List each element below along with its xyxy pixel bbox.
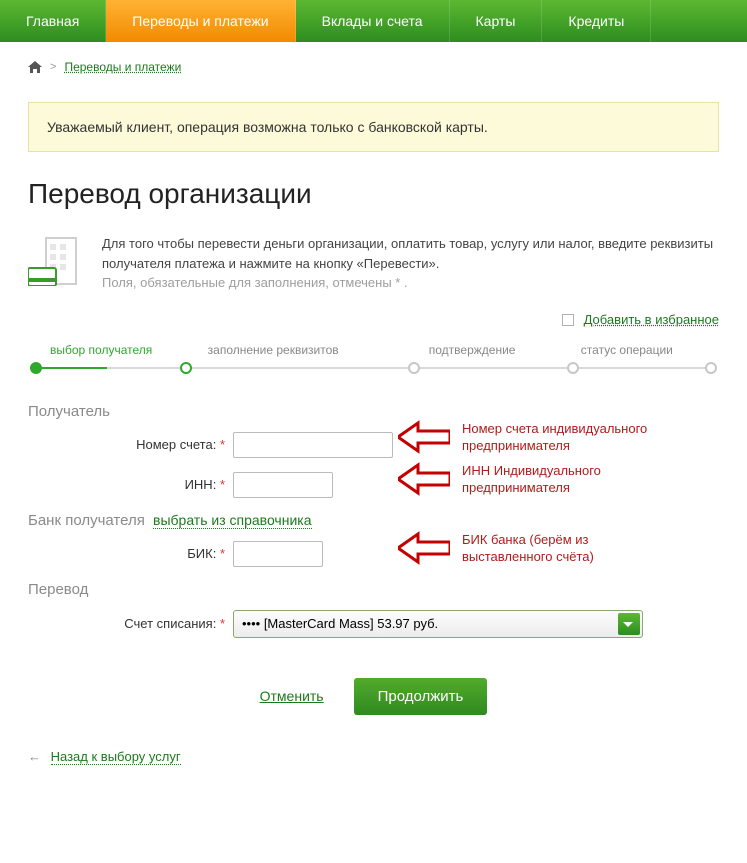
step-dot-5 [705,362,717,374]
back-row: ← Назад к выбору услуг [28,749,719,764]
breadcrumb-link[interactable]: Переводы и платежи [64,60,181,74]
add-favorite-link[interactable]: Добавить в избранное [584,312,719,327]
nav-tab-cards[interactable]: Карты [450,0,543,42]
bookmark-icon [562,314,574,326]
section-transfer: Перевод [28,581,719,598]
arrow-left-icon [398,531,450,565]
notice-banner: Уважаемый клиент, операция возможна толь… [28,102,719,152]
bik-label: БИК: [187,546,216,561]
section-bank: Банк получателя выбрать из справочника [28,512,719,529]
intro: Для того чтобы перевести деньги организа… [28,234,719,293]
inn-label: ИНН: [185,477,217,492]
wizard-steps: выбор получателя заполнение реквизитов п… [28,345,719,373]
account-input[interactable] [233,432,393,458]
required-marker: * [220,616,225,631]
step-label-2: заполнение реквизитов [208,343,339,357]
top-nav: Главная Переводы и платежи Вклады и счет… [0,0,747,42]
field-account-row: Номер счета: * Номер счета индивидуально… [28,432,719,458]
section-recipient: Получатель [28,403,719,420]
field-source-row: Счет списания: * •••• [MasterCard Mass] … [28,610,719,638]
nav-tab-home[interactable]: Главная [0,0,106,42]
step-label-4: статус операции [581,343,673,357]
breadcrumb: > Переводы и платежи [28,60,719,74]
bik-input[interactable] [233,541,323,567]
arrow-left-icon [398,462,450,496]
inn-input[interactable] [233,472,333,498]
back-link[interactable]: Назад к выбору услуг [51,749,181,765]
step-label-1: выбор получателя [50,343,152,357]
nav-tab-deposits[interactable]: Вклады и счета [296,0,450,42]
step-dot-4 [567,362,579,374]
arrow-left-icon [398,420,450,454]
favorites-row: Добавить в избранное [28,311,719,327]
building-card-icon [28,234,84,286]
page-title: Перевод организации [28,178,719,210]
step-label-3: подтверждение [429,343,516,357]
callout-inn: ИНН Индивидуального предпринимателя [462,462,672,497]
field-bik-row: БИК: * БИК банка (берём из выставленного… [28,541,719,567]
arrow-left-small-icon: ← [28,749,41,764]
intro-line2: Поля, обязательные для заполнения, отмеч… [102,273,719,293]
nav-tab-payments[interactable]: Переводы и платежи [106,0,295,42]
required-marker: * [220,477,225,492]
step-dot-2 [180,362,192,374]
account-label: Номер счета: [136,437,216,452]
breadcrumb-sep: > [50,61,56,73]
callout-bik: БИК банка (берём из выставленного счёта) [462,531,672,566]
directory-link[interactable]: выбрать из справочника [153,512,311,529]
source-account-select[interactable]: •••• [MasterCard Mass] 53.97 руб. [233,610,643,638]
home-icon[interactable] [28,61,42,73]
field-inn-row: ИНН: * ИНН Индивидуального предпринимате… [28,472,719,498]
actions-row: Отменить Продолжить [28,678,719,715]
source-label: Счет списания: [124,616,216,631]
required-marker: * [220,546,225,561]
intro-line1: Для того чтобы перевести деньги организа… [102,234,719,273]
cancel-link[interactable]: Отменить [260,688,324,704]
step-dot-3 [408,362,420,374]
callout-account: Номер счета индивидуального предпринимат… [462,420,672,455]
required-marker: * [220,437,225,452]
continue-button[interactable]: Продолжить [354,678,488,715]
step-dot-1 [30,362,42,374]
nav-tab-credits[interactable]: Кредиты [542,0,651,42]
